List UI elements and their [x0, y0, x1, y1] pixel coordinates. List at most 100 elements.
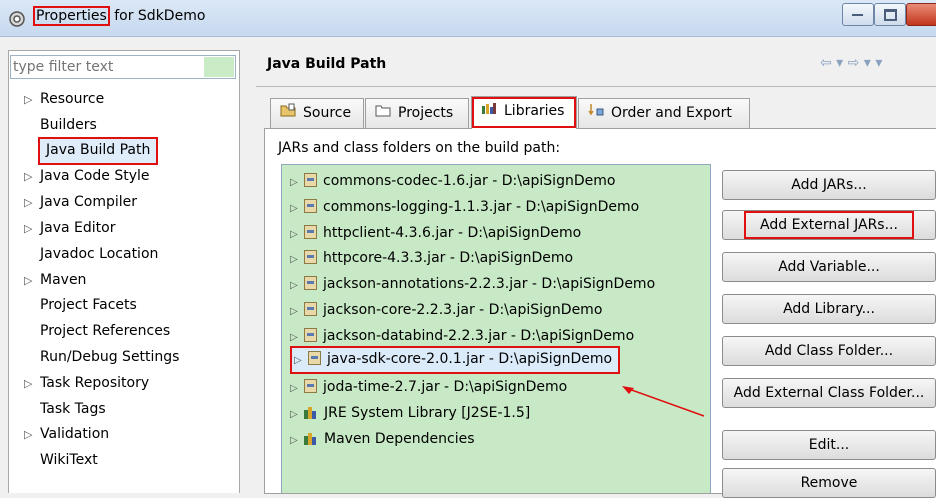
library-item-label: java-sdk-core-2.0.1.jar - D:\apiSignDemo	[327, 351, 613, 367]
tree-item-java-code-style[interactable]: ▷ Java Code Style	[24, 165, 149, 189]
tab-order-export[interactable]: Order and Export	[578, 98, 750, 128]
jar-icon	[308, 351, 321, 365]
minimize-icon	[852, 14, 863, 16]
library-item[interactable]: ▷ commons-logging-1.1.3.jar - D:\apiSignD…	[290, 196, 639, 220]
tree-item-java-compiler[interactable]: ▷ Java Compiler	[24, 191, 137, 215]
tree-item-label: Java Code Style	[40, 168, 150, 185]
tab-order-export-label: Order and Export	[611, 105, 732, 121]
gear-icon	[9, 11, 25, 27]
add-variable-label: Add Variable...	[778, 259, 880, 275]
add-external-jars-button[interactable]: Add External JARs...	[722, 210, 936, 240]
maximize-button[interactable]	[874, 3, 906, 26]
source-folder-icon	[279, 99, 297, 127]
expand-arrow-icon[interactable]: ▷	[24, 218, 40, 240]
page-title: Java Build Path	[267, 56, 387, 72]
library-item-label: httpcore-4.3.3.jar - D:\apiSignDemo	[323, 250, 574, 267]
remove-button[interactable]: Remove	[722, 468, 936, 498]
library-item-label: jackson-core-2.2.3.jar - D:\apiSignDemo	[323, 302, 603, 318]
tree-item-maven[interactable]: ▷ Maven	[24, 269, 86, 293]
add-jars-label: Add JARs...	[791, 177, 867, 193]
tree-item-project-references[interactable]: Project References	[40, 320, 170, 344]
library-item-selected[interactable]: ▷ java-sdk-core-2.0.1.jar - D:\apiSignDem…	[290, 346, 621, 374]
add-external-class-folder-button[interactable]: Add External Class Folder...	[722, 378, 936, 408]
tree-item-label: Project References	[40, 323, 171, 340]
window-titlebar: Properties for SdkDemo	[0, 0, 936, 37]
remove-label: Remove	[800, 475, 858, 491]
jar-icon	[304, 379, 317, 394]
add-class-folder-button[interactable]: Add Class Folder...	[722, 336, 936, 366]
library-item[interactable]: ▷ jackson-annotations-2.2.3.jar - D:\apiS…	[290, 273, 655, 297]
tree-item-task-repository[interactable]: ▷ Task Repository	[24, 372, 149, 396]
expand-arrow-icon[interactable]: ▷	[294, 350, 308, 372]
add-variable-button[interactable]: Add Variable...	[722, 252, 936, 282]
add-jars-button[interactable]: Add JARs...	[722, 170, 936, 200]
tree-item-resource[interactable]: ▷ Resource	[24, 88, 104, 112]
library-item-label: httpclient-4.3.6.jar - D:\apiSignDemo	[323, 224, 582, 241]
expand-arrow-icon[interactable]: ▷	[290, 430, 304, 452]
libraries-icon	[480, 97, 498, 125]
expand-arrow-icon[interactable]: ▷	[290, 275, 304, 297]
edit-label: Edit...	[808, 437, 850, 453]
tree-item-validation[interactable]: ▷ Validation	[24, 423, 109, 447]
expand-arrow-icon[interactable]: ▷	[290, 404, 304, 426]
tree-item-java-build-path[interactable]: Java Build Path	[38, 136, 159, 165]
add-library-button[interactable]: Add Library...	[722, 294, 936, 324]
jar-icon	[304, 276, 317, 291]
expand-arrow-icon[interactable]: ▷	[24, 270, 40, 292]
filter-field[interactable]	[10, 55, 236, 79]
library-item-label: commons-logging-1.1.3.jar - D:\apiSignDe…	[323, 198, 640, 215]
tree-item-label: Maven	[40, 271, 87, 288]
library-item-label: jackson-annotations-2.2.3.jar - D:\apiSi…	[323, 276, 656, 293]
library-item-label: joda-time-2.7.jar - D:\apiSignDemo	[323, 379, 568, 396]
tree-item-label: Java Editor	[40, 220, 116, 236]
tree-item-task-tags[interactable]: Task Tags	[40, 398, 106, 422]
tree-item-label: Project Facets	[40, 297, 137, 314]
tree-item-run-debug-settings[interactable]: Run/Debug Settings	[40, 346, 179, 370]
expand-arrow-icon[interactable]: ▷	[24, 89, 40, 111]
tree-item-builders[interactable]: Builders	[40, 114, 97, 138]
library-item[interactable]: ▷ httpcore-4.3.3.jar - D:\apiSignDemo	[290, 247, 573, 271]
expand-arrow-icon[interactable]: ▷	[290, 224, 304, 246]
title-properties: Properties	[33, 6, 110, 26]
expand-arrow-icon[interactable]: ▷	[290, 301, 304, 323]
expand-arrow-icon[interactable]: ▷	[24, 166, 40, 188]
tab-projects[interactable]: Projects	[365, 98, 469, 128]
add-external-class-folder-label: Add External Class Folder...	[733, 385, 925, 401]
library-item[interactable]: ▷ Maven Dependencies	[290, 428, 475, 452]
expand-arrow-icon[interactable]: ▷	[290, 378, 304, 400]
library-item[interactable]: ▷ httpclient-4.3.6.jar - D:\apiSignDemo	[290, 222, 581, 246]
tab-libraries[interactable]: Libraries	[471, 96, 577, 129]
expand-arrow-icon[interactable]: ▷	[290, 249, 304, 271]
library-item[interactable]: ▷ JRE System Library [J2SE-1.5]	[290, 402, 530, 426]
annotation-arrow	[622, 386, 705, 417]
clear-filter-button[interactable]	[204, 57, 234, 77]
tree-item-project-facets[interactable]: Project Facets	[40, 294, 137, 318]
library-icon	[304, 406, 318, 420]
expand-arrow-icon[interactable]: ▷	[290, 172, 304, 194]
minimize-button[interactable]	[842, 3, 874, 26]
edit-button[interactable]: Edit...	[722, 430, 936, 460]
tree-item-label: Run/Debug Settings	[40, 349, 180, 365]
tree-item-label: WikiText	[40, 452, 98, 469]
tab-source-label: Source	[303, 105, 352, 121]
history-nav[interactable]: ⇦ ▾ ⇨ ▾ ▾	[820, 55, 882, 71]
tree-item-java-editor[interactable]: ▷ Java Editor	[24, 217, 115, 241]
library-item[interactable]: ▷ jackson-core-2.2.3.jar - D:\apiSignDemo	[290, 299, 602, 323]
tree-item-javadoc-location[interactable]: Javadoc Location	[40, 243, 158, 267]
tree-item-wikitext[interactable]: WikiText	[40, 449, 98, 473]
library-item-label: jackson-databind-2.2.3.jar - D:\apiSignD…	[323, 327, 635, 344]
close-button[interactable]	[906, 3, 936, 26]
expand-arrow-icon[interactable]: ▷	[24, 424, 40, 446]
expand-arrow-icon[interactable]: ▷	[24, 373, 40, 395]
tab-source[interactable]: Source	[270, 98, 364, 128]
tree-item-label: Java Compiler	[40, 194, 138, 211]
tab-libraries-label: Libraries	[504, 103, 565, 119]
filter-input[interactable]	[13, 57, 201, 77]
library-item[interactable]: ▷ commons-codec-1.6.jar - D:\apiSignDemo	[290, 170, 615, 194]
maximize-icon	[884, 9, 897, 21]
jar-icon	[304, 198, 317, 213]
expand-arrow-icon[interactable]: ▷	[24, 192, 40, 214]
library-item[interactable]: ▷ joda-time-2.7.jar - D:\apiSignDemo	[290, 376, 567, 400]
expand-arrow-icon[interactable]: ▷	[290, 198, 304, 220]
library-item-label: Maven Dependencies	[324, 431, 475, 447]
